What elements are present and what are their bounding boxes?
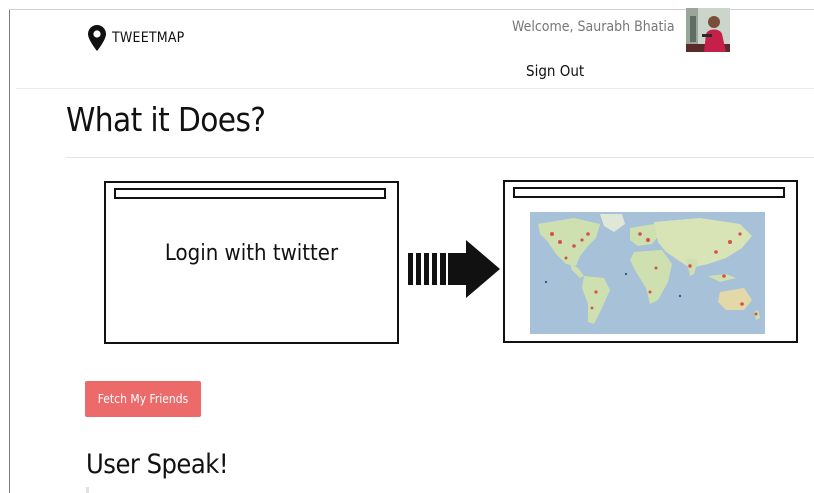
login-text: Login with twitter [164, 241, 339, 266]
map-illustration [503, 180, 798, 343]
fetch-friends-button[interactable]: Fetch My Friends [85, 381, 201, 417]
avatar[interactable] [686, 8, 730, 52]
arrow-right-icon [408, 240, 500, 298]
login-illustration: Login with twitter [104, 181, 399, 344]
browser-address-bar [114, 188, 386, 199]
brand[interactable]: TWEETMAP [88, 25, 184, 51]
avatar-photo [686, 8, 730, 52]
content-edge-mark [86, 487, 89, 493]
page-title: What it Does? [66, 100, 266, 139]
welcome-text: Welcome, Saurabh Bhatia [512, 19, 675, 35]
window-left-edge [9, 9, 10, 493]
world-map-image [530, 212, 765, 334]
title-divider [66, 157, 814, 158]
user-speak-heading: User Speak! [86, 449, 229, 480]
sign-out-link[interactable]: Sign Out [526, 62, 584, 80]
brand-name: TWEETMAP [112, 30, 185, 46]
header-divider [16, 88, 814, 89]
map-pin-icon [88, 25, 106, 51]
browser-address-bar [513, 187, 785, 198]
